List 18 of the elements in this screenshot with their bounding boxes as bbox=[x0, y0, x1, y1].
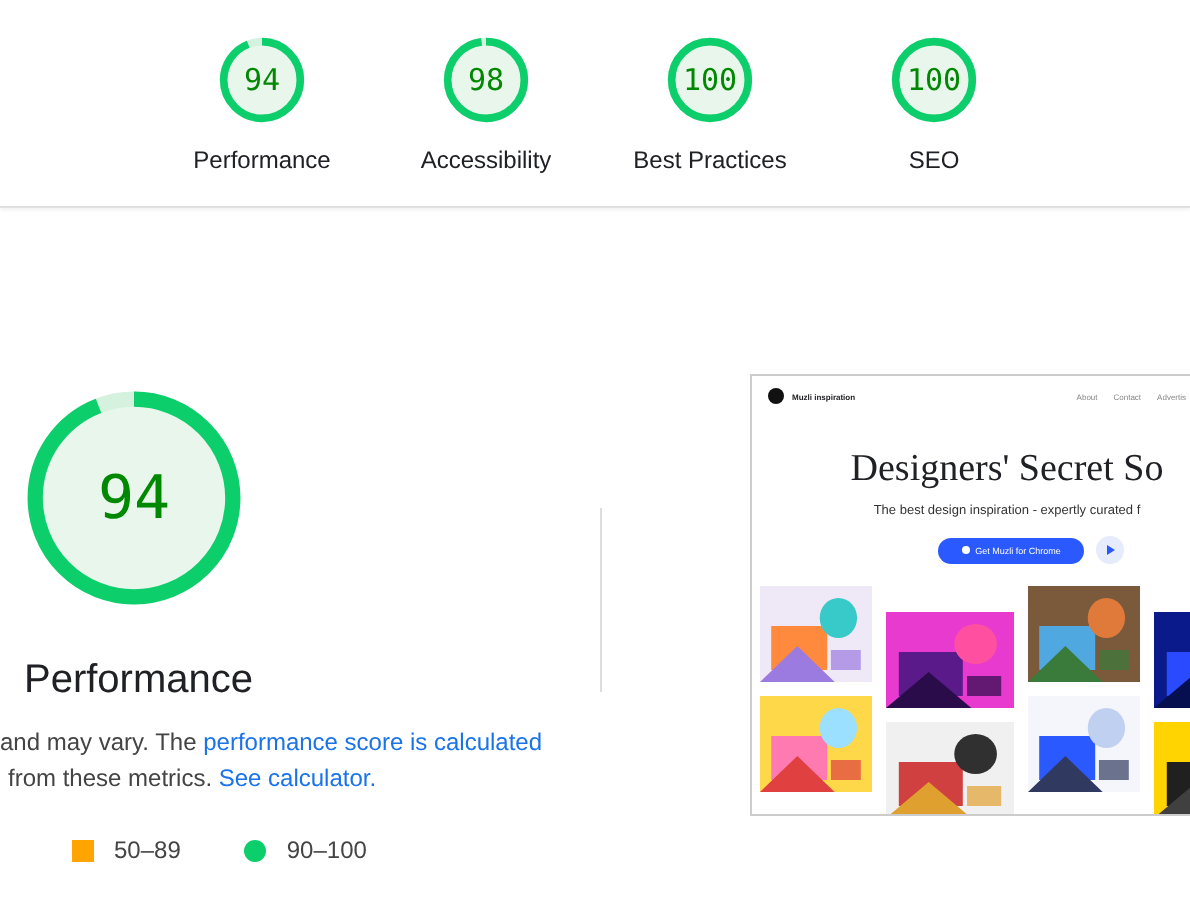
logo-icon bbox=[768, 388, 784, 404]
legend-label: 50–89 bbox=[114, 836, 181, 864]
score-gauge[interactable]: 100 bbox=[664, 34, 756, 126]
gauge-title: Performance bbox=[24, 658, 255, 704]
category-label: Performance bbox=[193, 146, 331, 174]
description-link[interactable]: performance score is calculated bbox=[203, 728, 543, 756]
category-label: Best Practices bbox=[633, 146, 787, 174]
headline: Designers' Secret So bbox=[850, 448, 1164, 492]
description-text: from these metrics. See calculator. bbox=[6, 762, 379, 796]
description-link[interactable]: See calculator. bbox=[218, 764, 377, 792]
category-label: Accessibility bbox=[420, 146, 552, 174]
score-gauge[interactable]: 98 bbox=[440, 34, 532, 126]
score-gauge[interactable]: 100 bbox=[888, 34, 980, 126]
score-gauge[interactable]: 94 bbox=[216, 34, 308, 126]
category-label: SEO bbox=[908, 146, 960, 174]
legend-label: 90–100 bbox=[286, 836, 367, 864]
description-text: and may vary. The performance score is calculated bbox=[0, 726, 545, 760]
play-icon bbox=[1096, 536, 1125, 564]
